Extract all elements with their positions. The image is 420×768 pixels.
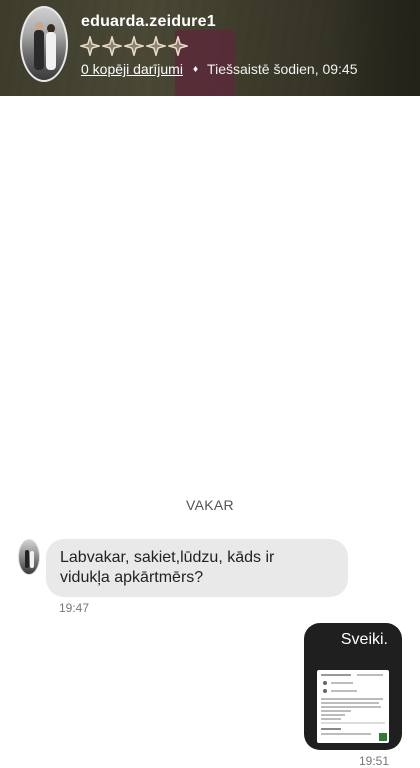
incoming-message-line: Labvakar, sakiet,lūdzu, kāds ir [60, 549, 275, 566]
profile-meta: 0 kopēji darījumi ♦ Tiešsaistē šodien, 0… [81, 61, 358, 77]
image-attachment-thumbnail[interactable] [317, 670, 389, 743]
outgoing-message-text: Sveiki. [340, 631, 388, 648]
day-divider: VAKAR [186, 497, 234, 513]
incoming-message-bubble[interactable]: Labvakar, sakiet,lūdzu, kāds ir vidukļa … [46, 539, 348, 597]
rating-stars [78, 34, 190, 58]
star-icon [78, 34, 102, 58]
star-icon [144, 34, 168, 58]
online-status: Tiešsaistē šodien, 09:45 [207, 61, 358, 77]
username[interactable]: eduarda.zeidure1 [81, 13, 216, 31]
incoming-message-line: vidukļa apkārtmērs? [60, 569, 204, 586]
separator-diamond-icon: ♦ [192, 63, 199, 75]
shared-deals-link[interactable]: 0 kopēji darījumi [81, 61, 183, 77]
star-icon [122, 34, 146, 58]
star-icon [100, 34, 124, 58]
profile-header: eduarda.zeidure1 0 kopēji darījumi ♦ Tie… [0, 0, 420, 96]
sender-avatar[interactable] [18, 539, 40, 575]
star-icon [166, 34, 190, 58]
user-avatar[interactable] [20, 6, 68, 82]
outgoing-message-bubble[interactable]: Sveiki. [304, 623, 402, 750]
incoming-message-time: 19:47 [59, 601, 90, 615]
outgoing-message-time: 19:51 [359, 754, 390, 768]
